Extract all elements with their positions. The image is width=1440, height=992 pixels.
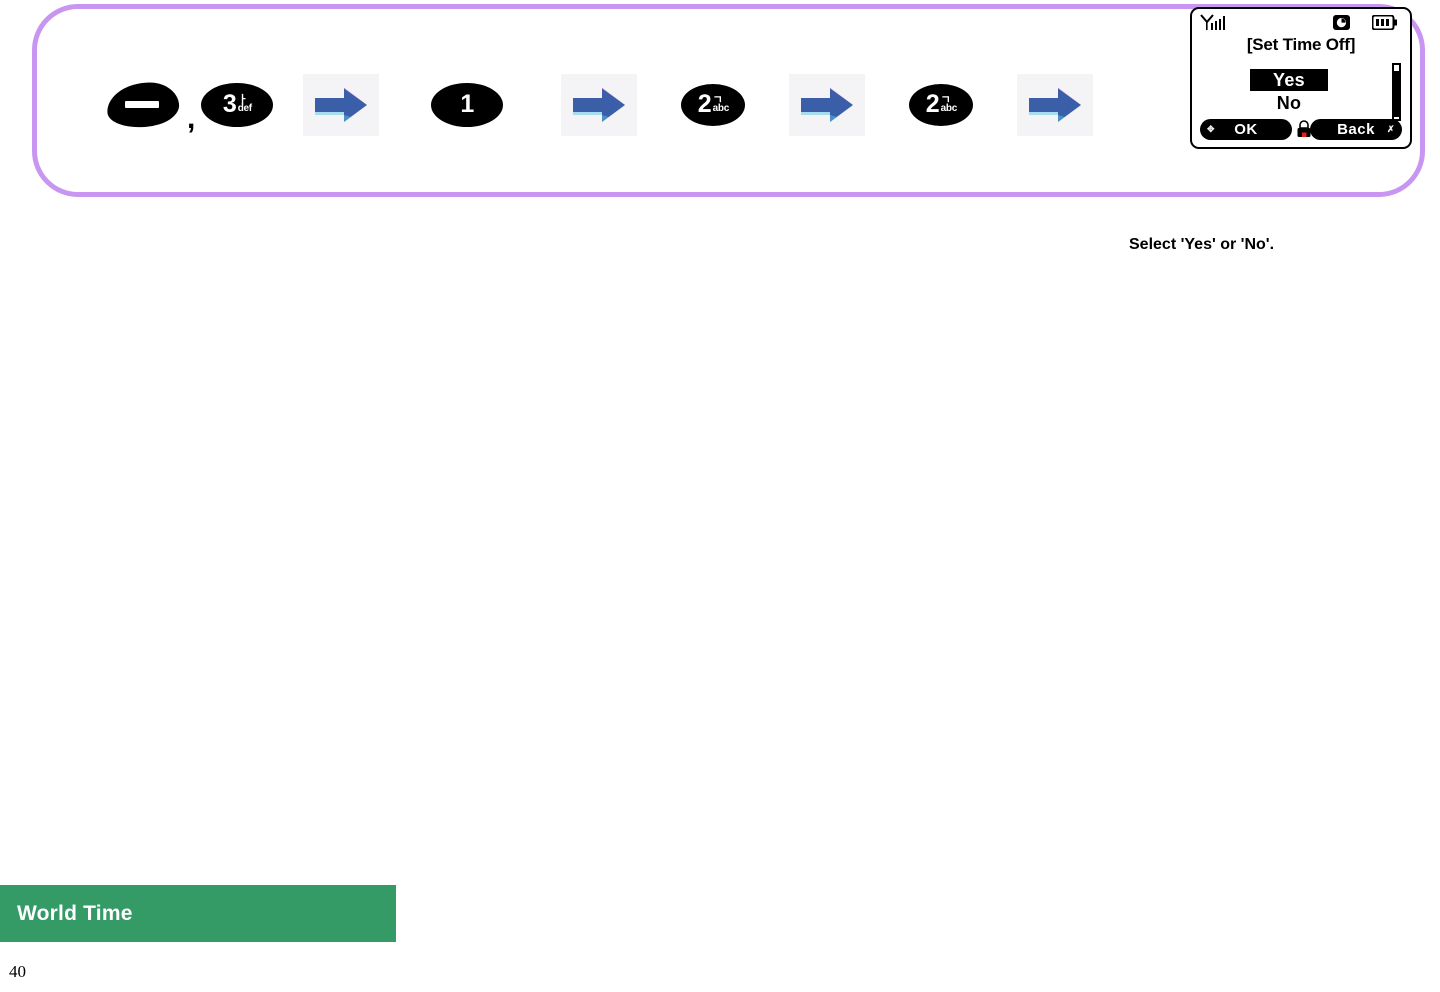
softkey-right-glyph-icon: ✗ [1386, 124, 1395, 134]
right-arrow-icon-2 [561, 73, 638, 136]
key-sequence-row: , 3 ㅏ def 1 2 ㄱ abc 2 ㄱ abc [105, 37, 1094, 172]
right-arrow-icon-4 [1017, 73, 1094, 136]
right-arrow-icon-3 [789, 73, 866, 136]
key-2-latin: abc [712, 102, 730, 114]
key-2-sublabels-2: ㄱ abc [940, 94, 958, 114]
key-1[interactable]: 1 [431, 82, 504, 127]
alarm-clock-icon [1332, 13, 1351, 37]
menu-key-bar [125, 100, 159, 108]
key-3-def[interactable]: 3 ㅏ def [201, 82, 274, 127]
softkey-left-glyph-icon: ✥ [1207, 124, 1216, 134]
right-arrow-icon-1 [303, 73, 380, 136]
key-1-digit: 1 [460, 90, 475, 118]
phone-softkey-bar: ✥ OK Back ✗ [1192, 119, 1410, 141]
page-number: 40 [9, 962, 26, 981]
softkey-ok-label: OK [1234, 121, 1258, 138]
section-banner: World Time [0, 885, 396, 942]
sequence-separator: , [187, 102, 196, 135]
key-2-abc-first[interactable]: 2 ㄱ abc [681, 83, 746, 126]
key-3-digit: 3 [222, 90, 237, 118]
signal-bars-icon [1200, 14, 1230, 36]
section-banner-label: World Time [17, 901, 133, 925]
scrollbar-thumb[interactable] [1394, 71, 1399, 117]
key-sequence-panel: , 3 ㅏ def 1 2 ㄱ abc 2 ㄱ abc [Set Time Of… [32, 4, 1425, 197]
phone-screen-title: [Set Time Off] [1246, 35, 1356, 54]
key-2-sublabels: ㄱ abc [712, 94, 730, 114]
option-yes[interactable]: Yes [1250, 69, 1328, 91]
menu-key-icon[interactable] [105, 80, 181, 129]
softkey-back[interactable]: Back ✗ [1310, 119, 1402, 140]
key-2-digit-2: 2 [925, 90, 940, 118]
key-2-digit: 2 [697, 90, 712, 118]
phone-screen-mock: [Set Time Off] Yes No ✥ OK Back ✗ [1190, 7, 1412, 149]
phone-scrollbar[interactable] [1392, 63, 1401, 121]
key-3-latin: def [237, 102, 252, 114]
softkey-back-label: Back [1337, 121, 1375, 138]
key-3-sublabels: ㅏ def [237, 94, 252, 114]
instruction-caption: Select 'Yes' or 'No'. [1129, 236, 1275, 253]
option-no[interactable]: No [1250, 92, 1328, 114]
phone-status-bar [1192, 11, 1410, 33]
key-2-abc-second[interactable]: 2 ㄱ abc [909, 83, 974, 126]
battery-icon [1371, 14, 1397, 35]
key-2-latin-2: abc [940, 102, 958, 114]
softkey-ok[interactable]: ✥ OK [1200, 119, 1292, 140]
